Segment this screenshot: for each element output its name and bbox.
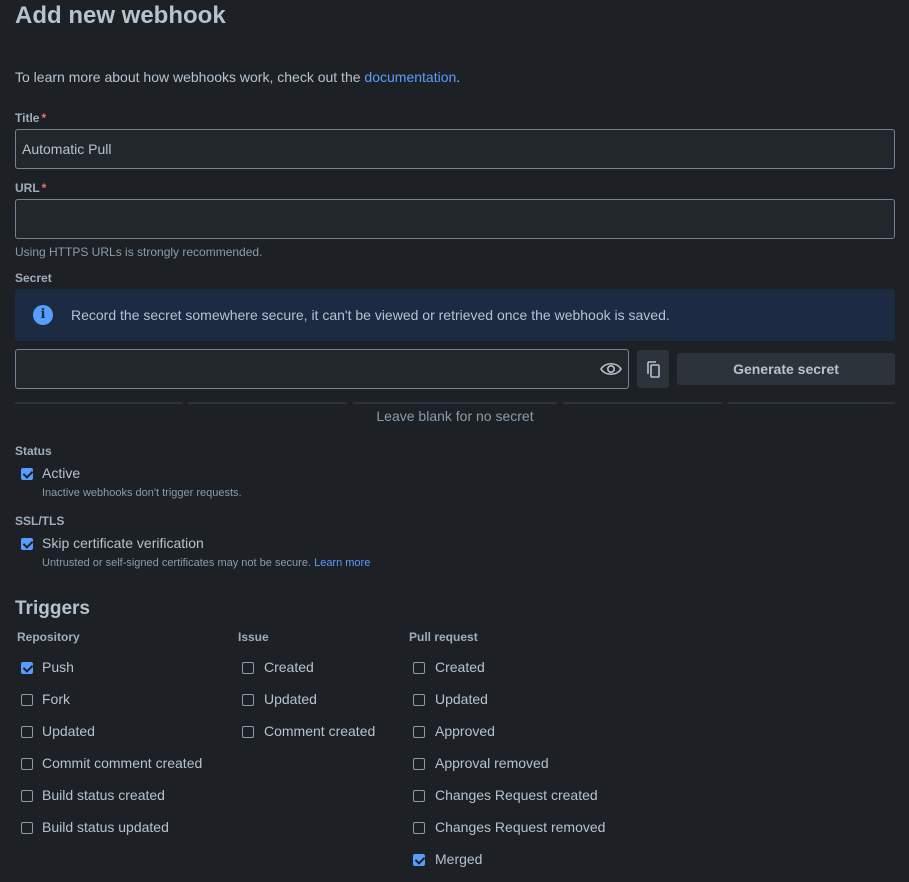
intro-prefix: To learn more about how webhooks work, c… [15, 69, 365, 85]
intro-text: To learn more about how webhooks work, c… [15, 69, 460, 85]
issue-heading: Issue [238, 630, 269, 644]
eye-icon[interactable] [600, 359, 622, 379]
secret-info-banner: i Record the secret somewhere secure, it… [15, 289, 895, 341]
required-mark: * [41, 181, 47, 195]
skip-cert-help: Untrusted or self-signed certificates ma… [42, 557, 370, 569]
pull-request-trigger-checkbox[interactable] [413, 790, 425, 802]
repository-trigger-label: Build status updated [42, 819, 169, 835]
repository-trigger-checkbox[interactable] [21, 726, 33, 738]
page-title: Add new webhook [15, 2, 226, 29]
pull-request-trigger-checkbox[interactable] [413, 694, 425, 706]
generate-secret-button[interactable]: Generate secret [677, 353, 895, 385]
pull-request-trigger-checkbox[interactable] [413, 854, 425, 866]
repository-trigger-label: Push [42, 659, 74, 675]
secret-label: Secret [15, 271, 52, 285]
secret-input[interactable] [15, 349, 629, 389]
strength-segment [353, 402, 557, 404]
active-label: Active [42, 465, 81, 481]
issue-trigger-label: Created [264, 659, 314, 675]
pull-request-trigger-checkbox[interactable] [413, 822, 425, 834]
skip-cert-label: Skip certificate verification [42, 535, 204, 551]
pull-request-trigger-label: Merged [435, 851, 483, 867]
skip-cert-checkbox[interactable] [21, 538, 33, 550]
status-label: Status [15, 444, 52, 458]
title-label-text: Title [15, 111, 40, 125]
url-label-text: URL [15, 181, 40, 195]
active-checkbox[interactable] [21, 468, 33, 480]
pull-request-trigger-label: Updated [435, 691, 488, 707]
active-help-text: Inactive webhooks don't trigger requests… [42, 487, 242, 499]
repository-heading: Repository [17, 630, 80, 644]
repository-trigger-label: Fork [42, 691, 70, 707]
repository-trigger-checkbox[interactable] [21, 662, 33, 674]
strength-segment [728, 402, 895, 404]
secret-info-text: Record the secret somewhere secure, it c… [71, 307, 670, 323]
repository-trigger-checkbox[interactable] [21, 822, 33, 834]
learn-more-link[interactable]: Learn more [314, 557, 370, 569]
url-label: URL * [15, 181, 46, 195]
strength-segment [15, 402, 182, 404]
documentation-link[interactable]: documentation [364, 69, 456, 85]
ssl-label: SSL/TLS [15, 514, 65, 528]
intro-suffix: . [456, 69, 461, 85]
issue-trigger-checkbox[interactable] [242, 694, 254, 706]
pull-request-trigger-label: Approval removed [435, 755, 549, 771]
repository-trigger-checkbox[interactable] [21, 694, 33, 706]
title-input[interactable]: Automatic Pull [15, 129, 895, 169]
copy-icon [647, 361, 660, 378]
issue-trigger-label: Updated [264, 691, 317, 707]
strength-segment [563, 402, 722, 404]
issue-trigger-checkbox[interactable] [242, 726, 254, 738]
pull-request-trigger-label: Created [435, 659, 485, 675]
triggers-title: Triggers [15, 598, 90, 619]
pull-request-trigger-label: Changes Request removed [435, 819, 606, 835]
url-help-text: Using HTTPS URLs is strongly recommended… [15, 245, 263, 259]
issue-trigger-label: Comment created [264, 723, 376, 739]
repository-trigger-checkbox[interactable] [21, 758, 33, 770]
issue-trigger-checkbox[interactable] [242, 662, 254, 674]
url-input[interactable] [15, 199, 895, 239]
pull-request-trigger-label: Approved [435, 723, 495, 739]
pull-request-trigger-label: Changes Request created [435, 787, 598, 803]
info-icon: i [33, 305, 53, 325]
repository-trigger-label: Build status created [42, 787, 165, 803]
copy-secret-button[interactable] [637, 350, 669, 388]
strength-segment [188, 402, 347, 404]
title-label: Title * [15, 111, 46, 125]
pull-request-trigger-checkbox[interactable] [413, 726, 425, 738]
pull-request-trigger-checkbox[interactable] [413, 758, 425, 770]
pull-request-trigger-checkbox[interactable] [413, 662, 425, 674]
repository-trigger-label: Updated [42, 723, 95, 739]
skip-cert-help-text: Untrusted or self-signed certificates ma… [42, 557, 312, 569]
pull-request-heading: Pull request [409, 630, 478, 644]
repository-trigger-label: Commit comment created [42, 755, 203, 771]
repository-trigger-checkbox[interactable] [21, 790, 33, 802]
required-mark: * [41, 111, 47, 125]
secret-help-text: Leave blank for no secret [376, 408, 534, 424]
